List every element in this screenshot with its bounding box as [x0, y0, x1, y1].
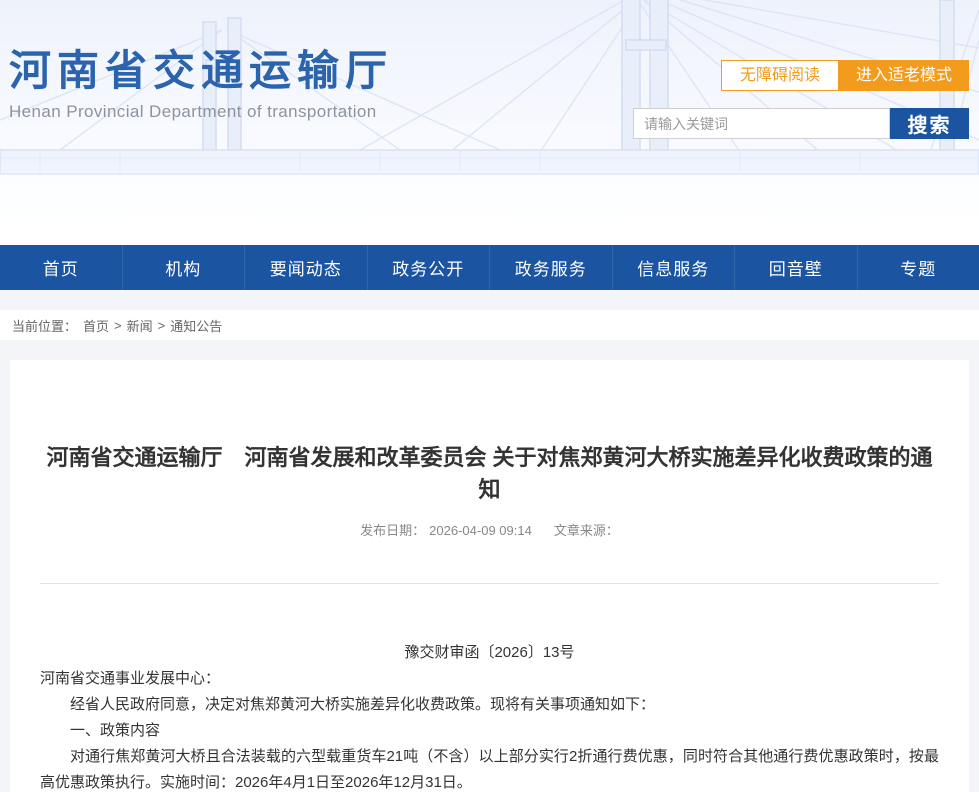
header-banner: 河南省交通运输厅 Henan Provincial Department of … — [0, 0, 979, 245]
search-box: 搜索 — [633, 108, 969, 139]
article-meta: 发布日期： 2026-04-09 09:14 文章来源： — [40, 520, 939, 539]
nav-item-echo-wall[interactable]: 回音壁 — [734, 245, 857, 290]
header-actions: 无障碍阅读 进入适老模式 — [721, 60, 969, 91]
breadcrumb-news[interactable]: 新闻 — [127, 316, 153, 335]
breadcrumb: 当前位置： 首页 > 新闻 > 通知公告 — [0, 310, 979, 340]
article-title: 河南省交通运输厅 河南省发展和改革委员会 关于对焦郑黄河大桥实施差异化收费政策的… — [40, 360, 939, 506]
main-navigation: 首页 机构 要闻动态 政务公开 政务服务 信息服务 回音壁 专题 — [0, 245, 979, 290]
elder-mode-button[interactable]: 进入适老模式 — [839, 60, 969, 91]
nav-item-gov-open[interactable]: 政务公开 — [367, 245, 490, 290]
article-paragraph: 经省人民政府同意，决定对焦郑黄河大桥实施差异化收费政策。现将有关事项通知如下： — [40, 692, 939, 718]
nav-item-home[interactable]: 首页 — [0, 245, 122, 290]
accessibility-reading-button[interactable]: 无障碍阅读 — [721, 60, 839, 91]
publish-date-value: 2026-04-09 09:14 — [429, 523, 532, 538]
site-logo: 河南省交通运输厅 Henan Provincial Department of … — [9, 46, 393, 122]
nav-item-institution[interactable]: 机构 — [122, 245, 245, 290]
title-divider — [40, 583, 939, 584]
nav-item-gov-service[interactable]: 政务服务 — [489, 245, 612, 290]
nav-item-info-service[interactable]: 信息服务 — [612, 245, 735, 290]
nav-item-news[interactable]: 要闻动态 — [244, 245, 367, 290]
article-paragraph: 对通行焦郑黄河大桥且合法装载的六型载重货车21吨（不含）以上部分实行2折通行费优… — [40, 744, 939, 792]
search-input[interactable] — [633, 108, 890, 139]
article-card: 河南省交通运输厅 河南省发展和改革委员会 关于对焦郑黄河大桥实施差异化收费政策的… — [10, 360, 969, 792]
article-source-label: 文章来源： — [554, 523, 619, 538]
article-paragraph: 河南省交通事业发展中心： — [40, 666, 939, 692]
site-subtitle-en: Henan Provincial Department of transport… — [9, 102, 393, 122]
publish-date-label: 发布日期： — [360, 523, 425, 538]
search-button[interactable]: 搜索 — [890, 108, 969, 139]
article-body: 河南省交通事业发展中心： 经省人民政府同意，决定对焦郑黄河大桥实施差异化收费政策… — [40, 666, 939, 792]
breadcrumb-separator: > — [158, 318, 166, 333]
breadcrumb-separator: > — [114, 318, 122, 333]
breadcrumb-prefix: 当前位置： — [12, 316, 77, 335]
site-title: 河南省交通运输厅 — [9, 46, 393, 96]
document-number: 豫交财审函〔2026〕13号 — [40, 640, 939, 666]
article-paragraph: 一、政策内容 — [40, 718, 939, 744]
nav-item-special[interactable]: 专题 — [857, 245, 979, 290]
breadcrumb-notices[interactable]: 通知公告 — [170, 316, 222, 335]
breadcrumb-home[interactable]: 首页 — [83, 316, 109, 335]
